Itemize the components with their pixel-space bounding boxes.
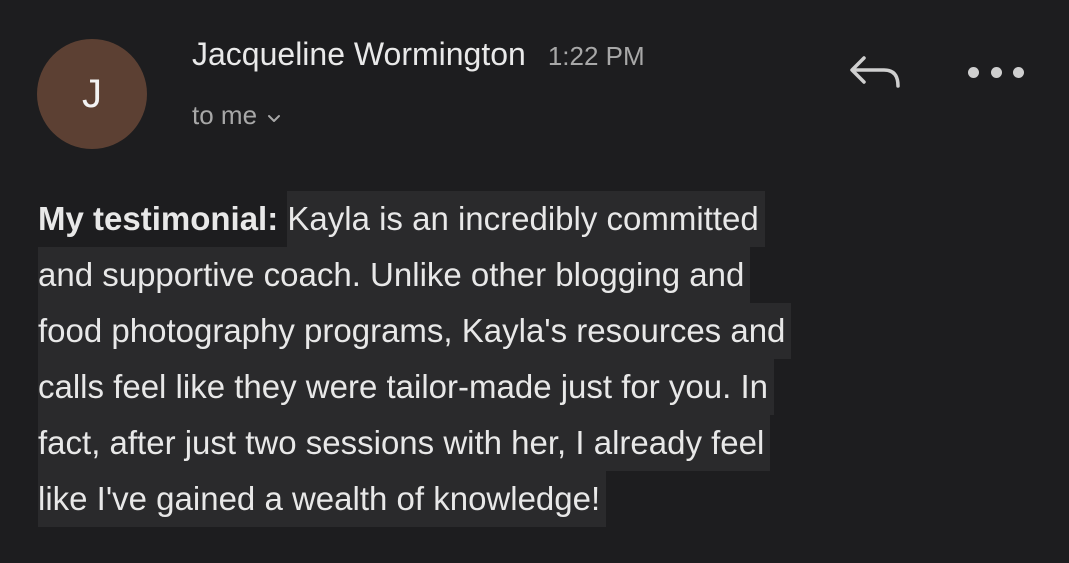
recipient-details-toggle[interactable]: to me [192,100,281,131]
body-line-1: My testimonial: Kayla is an incredibly c… [38,191,1038,247]
sent-time: 1:22 PM [547,41,645,71]
body-line-3: food photography programs, Kayla's resou… [38,303,1038,359]
chevron-down-icon [267,114,281,124]
body-text-line: food photography programs, Kayla's resou… [38,303,792,359]
body-line-2: and supportive coach. Unlike other blogg… [38,247,1038,303]
more-horizontal-icon [968,66,979,78]
body-line-5: fact, after just two sessions with her, … [38,415,1038,471]
body-text-line: calls feel like they were tailor-made ju… [38,359,774,415]
body-text-line: and supportive coach. Unlike other blogg… [38,247,751,303]
reply-arrow-icon [850,56,900,88]
body-text-line: like I've gained a wealth of knowledge! [38,471,607,527]
testimonial-label: My testimonial: [38,200,279,237]
sender-row: Jacqueline Wormington 1:22 PM [192,36,645,73]
body-line-4: calls feel like they were tailor-made ju… [38,359,1038,415]
recipient-label: to me [192,100,258,130]
body-text-line: fact, after just two sessions with her, … [38,415,771,471]
avatar[interactable]: J [37,39,147,149]
sender-name[interactable]: Jacqueline Wormington [192,36,526,73]
body-line-6: like I've gained a wealth of knowledge! [38,471,1038,527]
reply-button[interactable] [846,52,904,92]
avatar-initial: J [82,71,102,116]
email-body: My testimonial: Kayla is an incredibly c… [38,191,1038,527]
body-text-line: Kayla is an incredibly committed [287,191,765,247]
more-options-button[interactable] [968,60,1024,84]
